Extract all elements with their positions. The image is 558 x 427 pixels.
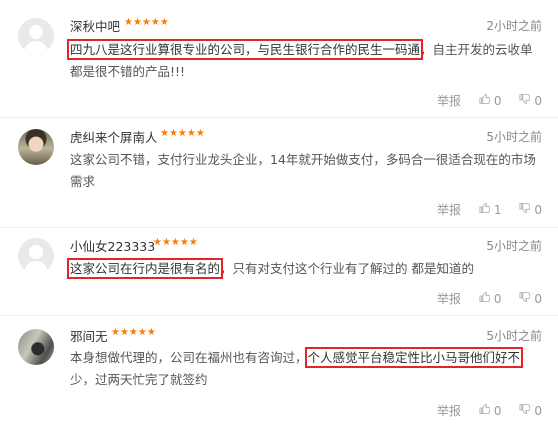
comment-text-rest: 少，过两天忙完了就签约	[70, 372, 208, 387]
comment-actions: 举报 0 0	[437, 402, 542, 419]
like-count: 0	[493, 94, 502, 109]
dislike-count: 0	[534, 404, 542, 419]
dislike-button[interactable]: 0	[519, 93, 542, 109]
like-button[interactable]: 0	[479, 291, 516, 307]
thumb-up-icon	[479, 291, 491, 302]
dislike-count: 0	[534, 292, 542, 307]
highlighted-text: 这家公司在行内是很有名的	[66, 258, 224, 279]
avatar[interactable]	[18, 129, 54, 165]
timestamp: 5小时之前	[486, 239, 542, 253]
like-count: 0	[493, 292, 502, 307]
thumb-down-icon	[519, 291, 531, 302]
timestamp: 2小时之前	[486, 19, 542, 33]
report-link[interactable]: 举报	[437, 402, 461, 419]
thumb-down-icon	[519, 202, 531, 213]
star-rating: ★★★★★	[160, 128, 205, 139]
comment-text-pre: 本身想做代理的，公司在福州也有咨询过，	[70, 350, 308, 365]
star-rating: ★★★★★	[124, 17, 169, 28]
like-button[interactable]: 0	[479, 93, 516, 109]
thumb-up-icon	[479, 403, 491, 414]
report-link[interactable]: 举报	[437, 92, 461, 109]
avatar[interactable]	[18, 238, 54, 274]
comment-text: 四九八是这行业算很专业的公司，与民生银行合作的民生一码通，自主开发的云收单都是很…	[66, 39, 540, 83]
report-link[interactable]: 举报	[437, 201, 461, 218]
highlighted-text: 个人感觉平台稳定性比小马哥他们好不	[304, 347, 524, 368]
comment-item: 深秋中吧 ★★★★★ 2小时之前 四九八是这行业算很专业的公司，与民生银行合作的…	[0, 0, 558, 115]
username[interactable]: 深秋中吧	[70, 16, 120, 35]
dislike-button[interactable]: 0	[519, 403, 542, 419]
star-rating: ★★★★★	[111, 327, 156, 338]
comment-actions: 举报 0 0	[437, 290, 542, 307]
like-button[interactable]: 0	[479, 403, 516, 419]
username[interactable]: 邪间无	[70, 326, 108, 345]
highlighted-text: 四九八是这行业算很专业的公司，与民生银行合作的民生一码通	[66, 39, 424, 60]
avatar[interactable]	[18, 329, 54, 365]
username[interactable]: 小仙女223333	[70, 236, 155, 255]
comment-text: 这家公司不错，支付行业龙头企业，14年就开始做支付，多码合一很适合现在的市场需求	[70, 152, 536, 189]
username[interactable]: 虎纠来个屏南人	[70, 127, 158, 146]
star-rating: ★★★★★	[153, 237, 198, 248]
like-count: 1	[493, 203, 502, 218]
comment-actions: 举报 1 0	[437, 201, 542, 218]
timestamp: 5小时之前	[486, 130, 542, 144]
thumb-down-icon	[519, 93, 531, 104]
report-link[interactable]: 举报	[437, 290, 461, 307]
timestamp: 5小时之前	[486, 329, 542, 343]
comment-item: 邪间无 ★★★★★ 5小时之前 本身想做代理的，公司在福州也有咨询过，个人感觉平…	[0, 316, 558, 427]
avatar[interactable]	[18, 18, 54, 54]
comment-text: 这家公司在行内是很有名的，只有对支付这个行业有了解过的 都是知道的	[66, 258, 540, 280]
comment-item: 小仙女223333 ★★★★★ 5小时之前 这家公司在行内是很有名的，只有对支付…	[0, 228, 558, 313]
comment-text: 本身想做代理的，公司在福州也有咨询过，个人感觉平台稳定性比小马哥他们好不少，过两…	[70, 347, 540, 391]
thumb-up-icon	[479, 202, 491, 213]
dislike-button[interactable]: 0	[519, 291, 542, 307]
thumb-down-icon	[519, 403, 531, 414]
comment-text-rest: ，只有对支付这个行业有了解过的 都是知道的	[220, 261, 474, 276]
comment-item: 虎纠来个屏南人 ★★★★★ 5小时之前 这家公司不错，支付行业龙头企业，14年就…	[0, 118, 558, 225]
dislike-count: 0	[534, 203, 542, 218]
like-button[interactable]: 1	[479, 202, 516, 218]
thumb-up-icon	[479, 93, 491, 104]
dislike-count: 0	[534, 94, 542, 109]
like-count: 0	[493, 404, 502, 419]
dislike-button[interactable]: 0	[519, 202, 542, 218]
comment-actions: 举报 0 0	[437, 92, 542, 109]
